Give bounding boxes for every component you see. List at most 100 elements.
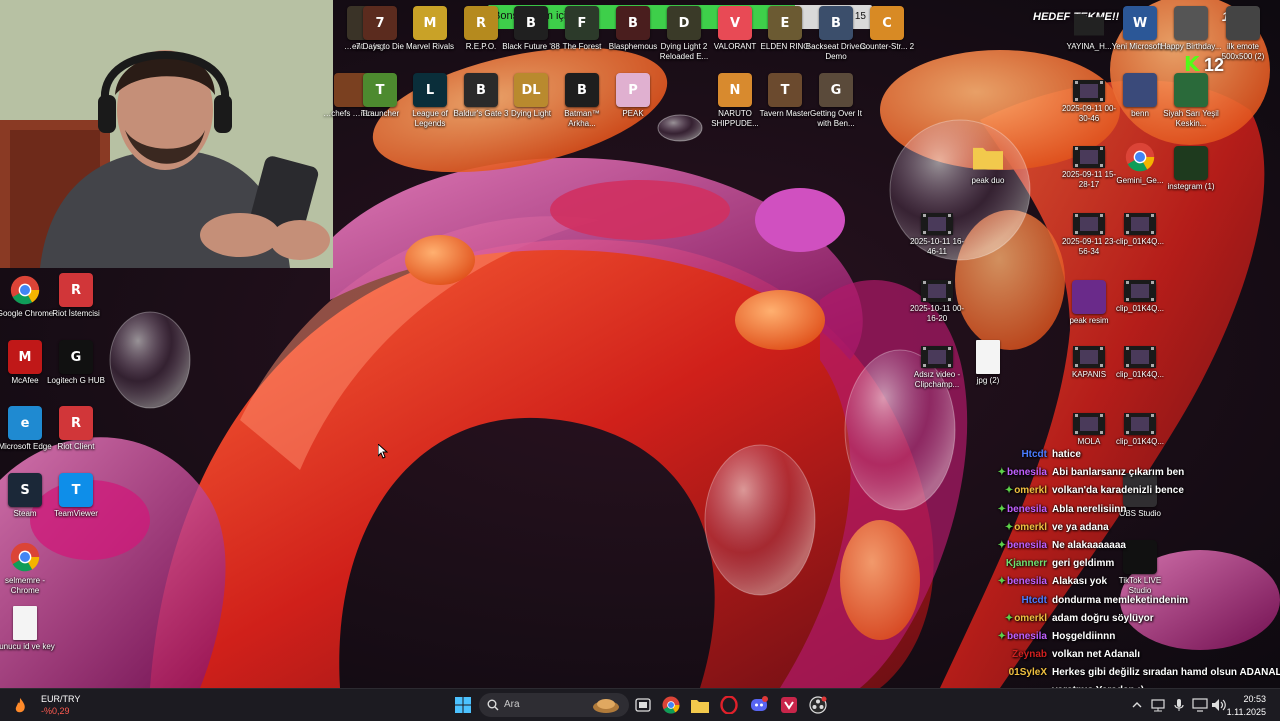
taskbar-clock[interactable]: 20:53 1.11.2025 xyxy=(1220,689,1280,721)
backseat-drivers-icon: B xyxy=(819,6,853,40)
taskbar-file-explorer[interactable] xyxy=(690,695,710,715)
desktop-icon[interactable]: clip_01K4Q... xyxy=(1109,413,1171,447)
microphone-icon xyxy=(1174,699,1184,711)
desktop-icon[interactable]: sunucu id ve key xyxy=(0,606,56,652)
subscriber-badge-icon: ✦ xyxy=(1004,521,1014,533)
taskbar-search[interactable]: Ara xyxy=(479,693,629,717)
tray-display[interactable] xyxy=(1190,695,1210,715)
desktop-icon[interactable]: R Riot Client xyxy=(45,406,107,452)
desktop-icon-label: PEAK xyxy=(622,109,644,118)
desktop-icon[interactable]: selmemre - Chrome xyxy=(0,540,56,596)
desktop-icon[interactable]: P PEAK xyxy=(602,73,664,119)
blank-file-icon xyxy=(976,340,1000,374)
video-file-icon xyxy=(1124,213,1156,235)
subscriber-badge-icon: ✦ xyxy=(1004,612,1014,624)
chat-message-text: Ne alakaaaaaaa xyxy=(1052,539,1126,551)
taskbar-chrome[interactable] xyxy=(661,695,681,715)
desktop-icon[interactable]: peak duo xyxy=(957,140,1019,186)
mouse-cursor-icon xyxy=(377,442,389,464)
tray-network[interactable] xyxy=(1148,695,1168,715)
chat-message: ✦omerkl volkan'da karadenizli bence xyxy=(995,482,1280,500)
chat-message-text: hatice xyxy=(1052,449,1081,460)
chat-message: ✦benesila Abla nerelisiinn xyxy=(995,501,1280,519)
image-file-icon xyxy=(1123,73,1157,107)
desktop-icon[interactable]: instegram (1) xyxy=(1160,146,1222,192)
the-forest-icon: F xyxy=(565,6,599,40)
chat-message: Htcdt hatice xyxy=(995,446,1280,464)
chat-message: Htcdt dondurma memleketindenim xyxy=(995,592,1280,610)
baldurs-gate-icon: B xyxy=(464,73,498,107)
chat-message-text: Herkes gibi değiliz sıradan hamd olsun A… xyxy=(1052,667,1280,679)
desktop-icon[interactable]: G Getting Over It with Ben... xyxy=(805,73,867,129)
chat-username: ✦omerkl xyxy=(995,610,1047,628)
desktop-icon[interactable]: 2025-10-11 16-46-11 xyxy=(906,213,968,257)
windows-logo-icon xyxy=(455,697,471,713)
chat-message-text: Alakası yok xyxy=(1052,576,1108,588)
peak-icon: P xyxy=(616,73,650,107)
currency-flame-icon xyxy=(12,697,28,713)
desktop-icon-label: selmemre - Chrome xyxy=(4,576,45,595)
video-file-icon xyxy=(1073,413,1105,435)
subscriber-badge-icon: ✦ xyxy=(997,503,1006,515)
chat-username-text: omerkl xyxy=(1014,485,1047,497)
taskbar-streamlabs[interactable] xyxy=(779,695,799,715)
chat-username-text: Zeynab xyxy=(1011,649,1047,661)
chat-username: ✦benesila xyxy=(995,537,1047,555)
desktop-icon-label: TeamViewer xyxy=(54,509,98,518)
desktop-icon[interactable]: clip_01K4Q... xyxy=(1109,280,1171,314)
chat-username: ✦omerkl xyxy=(995,482,1047,500)
currency-widget[interactable]: EUR/TRY -%0,29 xyxy=(8,689,98,721)
desktop-icon[interactable]: R Riot İstemcisi xyxy=(45,273,107,319)
mcafee-icon: M xyxy=(8,340,42,374)
desktop-icon[interactable]: jpg (2) xyxy=(957,340,1019,386)
desktop-icon[interactable]: G Logitech G HUB xyxy=(45,340,107,386)
chat-username-text: benesila xyxy=(1006,630,1047,642)
league-of-legends-icon: L xyxy=(413,73,447,107)
black-future-icon: B xyxy=(514,6,548,40)
chat-message-text: ve ya adana xyxy=(1052,521,1109,533)
task-view-button[interactable] xyxy=(633,695,653,715)
desktop-icon[interactable]: C Counter-Str... 2 xyxy=(856,6,918,52)
chat-overlay: Htcdt hatice ✦benesila Abi banlarsanız çıka… xyxy=(995,446,1280,688)
tray-overflow-button[interactable] xyxy=(1127,695,1147,715)
taskbar-discord[interactable] xyxy=(749,695,769,715)
desktop-icon[interactable]: Siyah Sarı Yeşil Keskin... xyxy=(1160,73,1222,129)
chat-username-text: Kjannerr xyxy=(1005,558,1047,570)
network-icon xyxy=(1151,699,1165,712)
word-document-icon: W xyxy=(1123,6,1157,40)
desktop-icon[interactable]: 2025-10-11 00-16-20 xyxy=(906,280,968,324)
desktop-icon-label: 2025-10-11 00-16-20 xyxy=(909,304,965,323)
video-file-icon xyxy=(1124,346,1156,368)
desktop-icon-label: ilk emote 500x500 (2) xyxy=(1221,42,1265,61)
desktop[interactable]: Bonservisim için para 12 15 0 HEDEF TEKM… xyxy=(0,0,1280,688)
chat-username-text: benesila xyxy=(1006,503,1047,515)
chat-username: Htcdt xyxy=(995,592,1047,610)
video-file-icon xyxy=(921,346,953,368)
chat-username: ✦benesila xyxy=(995,573,1047,591)
desktop-icon[interactable]: clip_01K4Q... xyxy=(1109,346,1171,380)
taskbar-opera[interactable] xyxy=(719,695,739,715)
video-file-icon xyxy=(1073,346,1105,368)
chat-username: ✦omerkl xyxy=(995,519,1047,537)
chat-message: ✦benesila Ne alakaaaaaaa xyxy=(995,537,1280,555)
naruto-icon: N xyxy=(718,73,752,107)
subscriber-badge-icon: ✦ xyxy=(997,467,1006,479)
taskbar-obs[interactable] xyxy=(808,695,828,715)
blasphemous-icon: B xyxy=(616,6,650,40)
chat-message: ✦benesila Hoşgeldiinnn xyxy=(995,628,1280,646)
video-file-icon xyxy=(1073,80,1105,102)
folder-icon xyxy=(1072,6,1106,40)
tray-microphone[interactable] xyxy=(1169,695,1189,715)
folder-icon xyxy=(971,140,1005,174)
chat-username: ✦benesila xyxy=(995,501,1047,519)
desktop-icon-label: sunucu id ve key xyxy=(0,642,55,651)
desktop-icon[interactable]: clip_01K4Q... xyxy=(1109,213,1171,247)
desktop-icon-label: Riot İstemcisi xyxy=(52,309,100,318)
desktop-icon[interactable]: ilk emote 500x500 (2) xyxy=(1212,6,1274,62)
opera-icon xyxy=(720,696,738,714)
desktop-icon[interactable]: T TeamViewer xyxy=(45,473,107,519)
elden-ring-icon: E xyxy=(768,6,802,40)
start-button[interactable] xyxy=(453,695,473,715)
folder-icon xyxy=(691,699,709,713)
search-icon xyxy=(487,699,499,711)
